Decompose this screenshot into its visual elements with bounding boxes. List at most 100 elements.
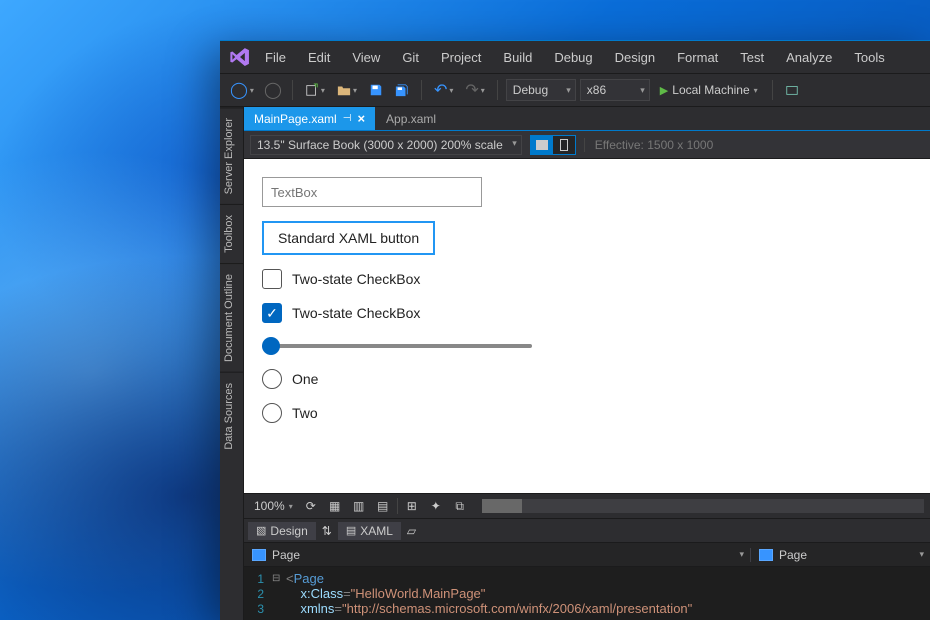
grid-4-icon[interactable]: ▦	[325, 497, 345, 515]
code-token: x:Class	[300, 586, 343, 601]
radio-icon	[262, 403, 282, 423]
checkbox-label: Two-state CheckBox	[292, 305, 420, 321]
menu-debug[interactable]: Debug	[545, 46, 601, 69]
xaml-breadcrumb-bar: Page Page	[244, 543, 930, 567]
tab-label: MainPage.xaml	[254, 112, 337, 126]
visual-studio-logo-icon	[228, 45, 252, 69]
preview-slider[interactable]	[262, 337, 532, 355]
side-tab-document-outline[interactable]: Document Outline	[220, 263, 243, 372]
xaml-tab-label: XAML	[360, 524, 393, 538]
code-token: Page	[294, 571, 324, 586]
code-token: =	[343, 586, 351, 601]
orientation-toggle	[530, 135, 576, 155]
line-number: 1	[244, 572, 272, 586]
refresh-icon[interactable]: ⟳	[301, 497, 321, 515]
new-item-button[interactable]: ▾	[301, 79, 329, 101]
line-number: 3	[244, 602, 272, 616]
code-token: =	[334, 601, 342, 616]
checkbox-label: Two-state CheckBox	[292, 271, 420, 287]
xaml-view-tab[interactable]: ▤ XAML	[338, 522, 401, 540]
snap-lines-icon[interactable]: ⊞	[402, 497, 422, 515]
landscape-toggle[interactable]	[531, 136, 553, 154]
menu-view[interactable]: View	[343, 46, 389, 69]
fold-icon[interactable]: ⊟	[272, 573, 286, 584]
scrollbar-thumb[interactable]	[482, 499, 522, 513]
nav-forward-button[interactable]: ◯	[262, 79, 284, 101]
xaml-design-surface[interactable]: Standard XAML button Two-state CheckBox …	[244, 159, 930, 493]
menu-git[interactable]: Git	[393, 46, 428, 69]
document-tab-strip: MainPage.xaml ⊣ × App.xaml	[244, 107, 930, 131]
grid-icon[interactable]: ▥	[349, 497, 369, 515]
start-debug-button[interactable]: ▶ Local Machine ▾	[654, 79, 764, 101]
menu-project[interactable]: Project	[432, 46, 490, 69]
checkbox-icon	[262, 269, 282, 289]
snap-icon[interactable]: ▤	[373, 497, 393, 515]
effects-icon[interactable]: ✦	[426, 497, 446, 515]
close-icon[interactable]: ×	[357, 111, 365, 126]
editor-area: MainPage.xaml ⊣ × App.xaml 13.5" Surface…	[244, 107, 930, 620]
radio-label: One	[292, 371, 318, 387]
preview-radio-two[interactable]: Two	[262, 403, 318, 423]
menu-file[interactable]: File	[256, 46, 295, 69]
preview-button[interactable]: Standard XAML button	[262, 221, 435, 255]
pin-icon[interactable]: ⊣	[343, 113, 352, 124]
xaml-scope-left-dropdown[interactable]: Page	[244, 548, 750, 562]
radio-label: Two	[292, 405, 318, 421]
portrait-toggle[interactable]	[553, 136, 575, 154]
save-button[interactable]	[365, 79, 387, 101]
menu-design[interactable]: Design	[606, 46, 664, 69]
menu-analyze[interactable]: Analyze	[777, 46, 841, 69]
design-icon: ▧	[256, 524, 266, 537]
tab-label: App.xaml	[386, 112, 436, 126]
menu-test[interactable]: Test	[731, 46, 773, 69]
code-token: <	[286, 571, 294, 586]
solution-platform-dropdown[interactable]: x86	[580, 79, 650, 101]
code-token: xmlns	[300, 601, 334, 616]
menu-tools[interactable]: Tools	[845, 46, 893, 69]
menu-bar: File Edit View Git Project Build Debug D…	[220, 41, 930, 73]
preview-checkbox-checked[interactable]: ✓ Two-state CheckBox	[262, 303, 420, 323]
menu-format[interactable]: Format	[668, 46, 727, 69]
toolbar-separator	[421, 80, 422, 100]
slider-thumb[interactable]	[262, 337, 280, 355]
swap-panes-button[interactable]: ⇅	[318, 522, 336, 540]
tab-mainpage-xaml[interactable]: MainPage.xaml ⊣ ×	[244, 107, 376, 130]
undo-button[interactable]: ↶▾	[430, 79, 457, 101]
preview-form: Standard XAML button Two-state CheckBox …	[244, 159, 930, 441]
side-tab-server-explorer[interactable]: Server Explorer	[220, 107, 243, 204]
toolbar-extra-icon[interactable]	[781, 79, 803, 101]
toolbar-separator	[497, 80, 498, 100]
slider-track	[262, 344, 532, 348]
device-preview-dropdown[interactable]: 13.5" Surface Book (3000 x 2000) 200% sc…	[250, 135, 522, 155]
xaml-scope-right-dropdown[interactable]: Page	[750, 548, 930, 562]
horizontal-scrollbar[interactable]	[482, 499, 924, 513]
preview-checkbox-unchecked[interactable]: Two-state CheckBox	[262, 269, 420, 289]
side-tab-toolbox[interactable]: Toolbox	[220, 204, 243, 263]
tab-app-xaml[interactable]: App.xaml	[376, 107, 447, 130]
separator	[397, 498, 398, 514]
preview-textbox[interactable]	[262, 177, 482, 207]
xaml-icon: ▤	[346, 524, 356, 537]
menu-build[interactable]: Build	[494, 46, 541, 69]
redo-button[interactable]: ↷▾	[461, 79, 488, 101]
radio-icon	[262, 369, 282, 389]
menu-edit[interactable]: Edit	[299, 46, 339, 69]
side-tab-data-sources[interactable]: Data Sources	[220, 372, 243, 460]
checkbox-checked-icon: ✓	[262, 303, 282, 323]
side-tab-strip: Server Explorer Toolbox Document Outline…	[220, 107, 244, 620]
preview-radio-one[interactable]: One	[262, 369, 318, 389]
design-view-tab[interactable]: ▧ Design	[248, 522, 316, 540]
zoom-level-dropdown[interactable]: 100% ▾	[250, 499, 297, 513]
nav-back-button[interactable]: ◯▾	[226, 79, 258, 101]
code-line: 2 x:Class="HelloWorld.MainPage"	[244, 586, 930, 601]
code-token: "HelloWorld.MainPage"	[351, 586, 486, 601]
popout-button[interactable]: ▱	[403, 522, 420, 540]
solution-config-dropdown[interactable]: Debug	[506, 79, 576, 101]
save-all-button[interactable]	[391, 79, 413, 101]
xaml-code-editor[interactable]: 1 ⊟ <Page 2 x:Class="HelloWorld.MainPage…	[244, 567, 930, 620]
open-file-button[interactable]: ▾	[333, 79, 361, 101]
code-icon[interactable]: ⧉	[450, 497, 470, 515]
toolbar-separator	[292, 80, 293, 100]
code-token: "http://schemas.microsoft.com/winfx/2006…	[342, 601, 692, 616]
visual-studio-window: File Edit View Git Project Build Debug D…	[220, 40, 930, 620]
